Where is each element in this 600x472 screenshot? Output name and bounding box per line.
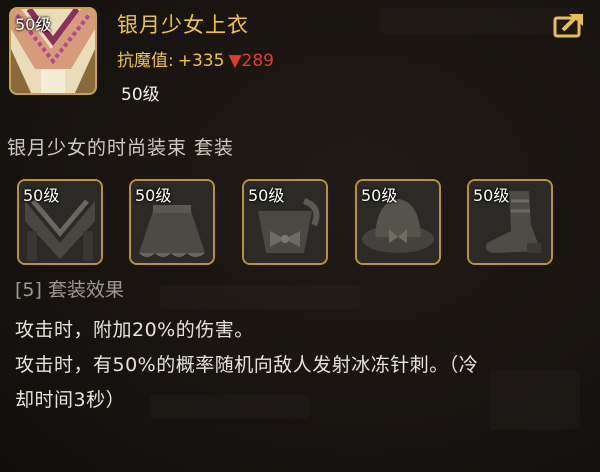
stat-label: 抗魔值: [117, 51, 174, 71]
stat-value: +335 [177, 51, 225, 71]
bg-texture [160, 285, 360, 309]
set-piece-bow-top[interactable]: 50级 [242, 179, 328, 265]
stat-down-value: 289 [241, 51, 274, 71]
bg-texture [380, 8, 580, 34]
set-effect-line: 攻击时，有50%的概率随机向敌人发射冰冻针刺。（冷 [15, 354, 479, 376]
bg-texture [490, 370, 580, 430]
set-title: 银月少女的时尚装束 套装 [7, 137, 235, 159]
set-piece-boot[interactable]: 50级 [467, 179, 553, 265]
set-piece-level: 50级 [135, 186, 172, 205]
set-piece-hat[interactable]: 50级 [355, 179, 441, 265]
stat-down-arrow-icon: ▼ [228, 51, 242, 71]
share-arrow-icon [553, 14, 583, 38]
item-level-requirement: 50级 [121, 85, 160, 105]
item-level-badge: 50级 [15, 15, 52, 34]
set-piece-level: 50级 [473, 186, 510, 205]
set-effect-line: 却时间3秒） [15, 389, 126, 411]
set-effect-line: 攻击时，附加20%的伤害。 [15, 319, 254, 341]
set-piece-cloak[interactable]: 50级 [17, 179, 103, 265]
bg-texture [150, 395, 310, 419]
item-tooltip-panel: 50级 银月少女上衣 抗魔值: +335 ▼289 50级 银月少女的时尚装束 套装… [0, 0, 600, 472]
set-piece-skirt[interactable]: 50级 [129, 179, 215, 265]
item-name: 银月少女上衣 [117, 13, 249, 37]
item-icon[interactable]: 50级 [9, 7, 97, 95]
share-button[interactable] [553, 12, 585, 38]
stat-row: 抗魔值: +335 ▼289 [117, 46, 274, 71]
set-piece-level: 50级 [23, 186, 60, 205]
set-piece-level: 50级 [248, 186, 285, 205]
set-piece-level: 50级 [361, 186, 398, 205]
set-effect-title: [5] 套装效果 [15, 279, 124, 301]
